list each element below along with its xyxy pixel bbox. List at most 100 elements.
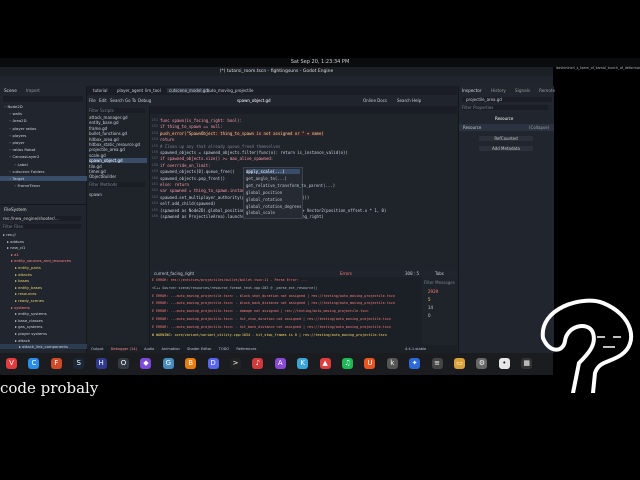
filesystem-item[interactable]: ▸ a1 bbox=[0, 252, 97, 257]
tab-cutscene-model[interactable]: cutscene_model.gd bbox=[167, 88, 210, 93]
tab-animation[interactable]: Animation bbox=[161, 347, 179, 351]
heroic-icon[interactable]: H bbox=[95, 358, 107, 369]
code-line[interactable]: if thing_to_spawn == null: bbox=[160, 124, 223, 129]
filesystem-item[interactable]: ▸ resources bbox=[0, 291, 101, 296]
discord-icon[interactable]: D bbox=[207, 358, 219, 369]
krita-icon[interactable]: K bbox=[297, 358, 309, 369]
script-list-item[interactable]: ObjectBuilder bbox=[89, 174, 147, 179]
refcounted-button[interactable]: RefCounted bbox=[479, 136, 533, 141]
files-icon[interactable]: F bbox=[50, 358, 62, 369]
autocomplete-popup[interactable]: apply_scale(...) get_angle_to(...) get_rel… bbox=[243, 167, 335, 219]
script-list-item[interactable]: hitbox_area.gd bbox=[89, 137, 147, 142]
filesystem-filter[interactable]: Filter Files bbox=[3, 224, 81, 229]
code-line[interactable]: if override_on_limit: bbox=[160, 163, 211, 168]
script-list-item[interactable]: tile.gd bbox=[89, 164, 147, 169]
scene-node[interactable]: ◦ player bbox=[0, 140, 95, 145]
code-line[interactable]: self.add_child(spawned) bbox=[160, 201, 215, 206]
clock[interactable]: Sat Sep 20, 1:23:34 PM bbox=[291, 59, 350, 65]
other-count[interactable]: 0 bbox=[428, 313, 431, 318]
script-list-item[interactable]: scale.gd bbox=[89, 153, 147, 158]
ubuntu-store-icon[interactable]: U bbox=[364, 358, 376, 369]
menu-debug[interactable]: Debug bbox=[138, 98, 151, 103]
settings-icon[interactable]: ⚙ bbox=[476, 358, 488, 369]
tab-audio[interactable]: Audio bbox=[144, 347, 154, 351]
menu-goto[interactable]: Go To bbox=[125, 98, 136, 103]
autocomplete-option[interactable]: global_scale bbox=[246, 210, 300, 215]
warning-count[interactable]: 5 bbox=[428, 297, 431, 302]
autocomplete-option[interactable]: apply_scale(...) bbox=[246, 169, 300, 174]
script-list-item[interactable]: bullet_functions.gd bbox=[89, 131, 147, 136]
inspector-filter[interactable]: Filter Properties bbox=[462, 105, 548, 110]
filesystem-item[interactable]: ▸ entity_parts bbox=[0, 265, 101, 270]
tab-tutorial[interactable]: tutorial bbox=[93, 88, 107, 93]
scene-filter[interactable] bbox=[3, 96, 83, 102]
tab-lim-tool[interactable]: lim_tool bbox=[145, 88, 161, 93]
script-list-item[interactable]: attack_manager.gd bbox=[89, 115, 147, 120]
filesystem-item[interactable]: ▸ attack bbox=[0, 338, 101, 343]
tab-shader-editor[interactable]: Shader Editor bbox=[187, 347, 212, 351]
script-list-item[interactable]: spawn_object.gd bbox=[89, 158, 147, 164]
tab-history[interactable]: History bbox=[491, 88, 506, 93]
output-filter[interactable]: Filter Messages bbox=[424, 280, 455, 285]
scene-node[interactable]: ◦ players bbox=[0, 133, 95, 138]
obs-icon[interactable]: O bbox=[118, 358, 129, 369]
scene-node[interactable]: ◦ walls bbox=[0, 111, 95, 116]
error-count[interactable]: 2929 bbox=[428, 289, 438, 294]
tab-remote[interactable]: Remote bbox=[539, 88, 555, 93]
code-line[interactable]: func spawn(is_facing_right: bool): bbox=[160, 118, 242, 123]
aseprite-icon[interactable]: A bbox=[274, 358, 286, 369]
script-list-item[interactable]: projectile_area.gd bbox=[89, 147, 147, 152]
scene-node[interactable]: ◦ cutscene Folders bbox=[0, 169, 95, 174]
script-filter[interactable]: Filter Scripts bbox=[89, 108, 145, 113]
filesystem-item[interactable]: ▸ addons bbox=[0, 239, 93, 244]
scene-node[interactable]: ◦ ratios Robot bbox=[0, 147, 95, 152]
tab-scene[interactable]: Scene bbox=[4, 88, 17, 93]
music-icon[interactable]: ♪ bbox=[252, 358, 264, 369]
vivaldi-icon[interactable]: V bbox=[6, 358, 17, 369]
code-line[interactable]: if spawned_objects.size() >= max_alive_s… bbox=[160, 156, 273, 161]
autocomplete-option[interactable]: global_rotation bbox=[246, 197, 300, 202]
filesystem-item[interactable]: ▸ new_cl1 bbox=[0, 245, 93, 250]
code-app-icon[interactable]: C bbox=[28, 358, 40, 369]
filesystem-item[interactable]: ▸ systems bbox=[0, 305, 97, 310]
filesystem-item[interactable]: ▸ ready_scenes bbox=[0, 298, 101, 303]
method-item[interactable]: spawn bbox=[89, 192, 102, 197]
tab-inspector[interactable]: Inspector bbox=[462, 88, 482, 93]
resource-section[interactable]: Resource (Collapse) bbox=[459, 124, 554, 131]
terminal-icon[interactable]: > bbox=[230, 358, 241, 369]
code-line[interactable]: return bbox=[160, 137, 174, 142]
steam-icon[interactable]: S bbox=[73, 358, 85, 369]
scene-node[interactable]: ◦ Node2D bbox=[0, 104, 90, 109]
godot-icon[interactable]: G bbox=[162, 358, 174, 369]
autocomplete-option[interactable]: get_angle_to(...) bbox=[246, 176, 300, 181]
filesystem-item[interactable]: ▸ attacks bbox=[0, 272, 101, 277]
code-line[interactable]: spawned_objects.pop_front() bbox=[160, 176, 225, 181]
collapse-toggle[interactable]: (Collapse) bbox=[529, 125, 549, 130]
apps-icon[interactable]: ▦ bbox=[521, 358, 533, 369]
filesystem-path[interactable]: res://new_engine/shooter/... bbox=[3, 216, 81, 221]
scene-node[interactable]: ◦ CanvasLayer2 bbox=[0, 154, 95, 159]
methods-filter[interactable]: Filter Methods bbox=[89, 182, 145, 187]
message-count[interactable]: 14 bbox=[428, 305, 433, 310]
filesystem-item[interactable]: ▸ bases bbox=[0, 278, 101, 283]
code-line[interactable]: # Clean up any that already queue_freed … bbox=[160, 144, 280, 149]
search-help-link[interactable]: Search Help bbox=[397, 98, 421, 103]
inspected-file[interactable]: projectile_area.gd bbox=[462, 97, 552, 102]
menu-search[interactable]: Search bbox=[110, 98, 124, 103]
aseprite2-icon[interactable]: ▲ bbox=[319, 358, 331, 369]
keys-icon[interactable]: k bbox=[386, 358, 398, 369]
filesystem-item[interactable]: ▸ entity_bases bbox=[0, 285, 101, 290]
autocomplete-option[interactable]: get_relative_transform_to_parent(...) bbox=[246, 183, 335, 188]
filesystem-item[interactable]: ▸ entity_sources_and_resources bbox=[0, 258, 97, 263]
script-list-item[interactable]: timer.gd bbox=[89, 169, 147, 174]
tab-todo[interactable]: TODO bbox=[219, 347, 230, 351]
scene-node[interactable]: ◦ FrameTimer bbox=[0, 183, 100, 188]
blue-app-icon[interactable]: ✦ bbox=[409, 358, 421, 369]
code-line[interactable]: else: return bbox=[160, 182, 189, 187]
scene-node[interactable]: ◦ Area2D bbox=[0, 118, 95, 123]
filesystem-item[interactable]: ▸ player systems bbox=[0, 331, 101, 336]
filesystem-item[interactable]: ▸ gas_systems bbox=[0, 324, 101, 329]
sticky-icon[interactable]: • bbox=[498, 358, 510, 369]
error-indicator[interactable]: Errors bbox=[340, 271, 352, 276]
filesystem-item[interactable]: ▸ res:// bbox=[0, 232, 89, 237]
